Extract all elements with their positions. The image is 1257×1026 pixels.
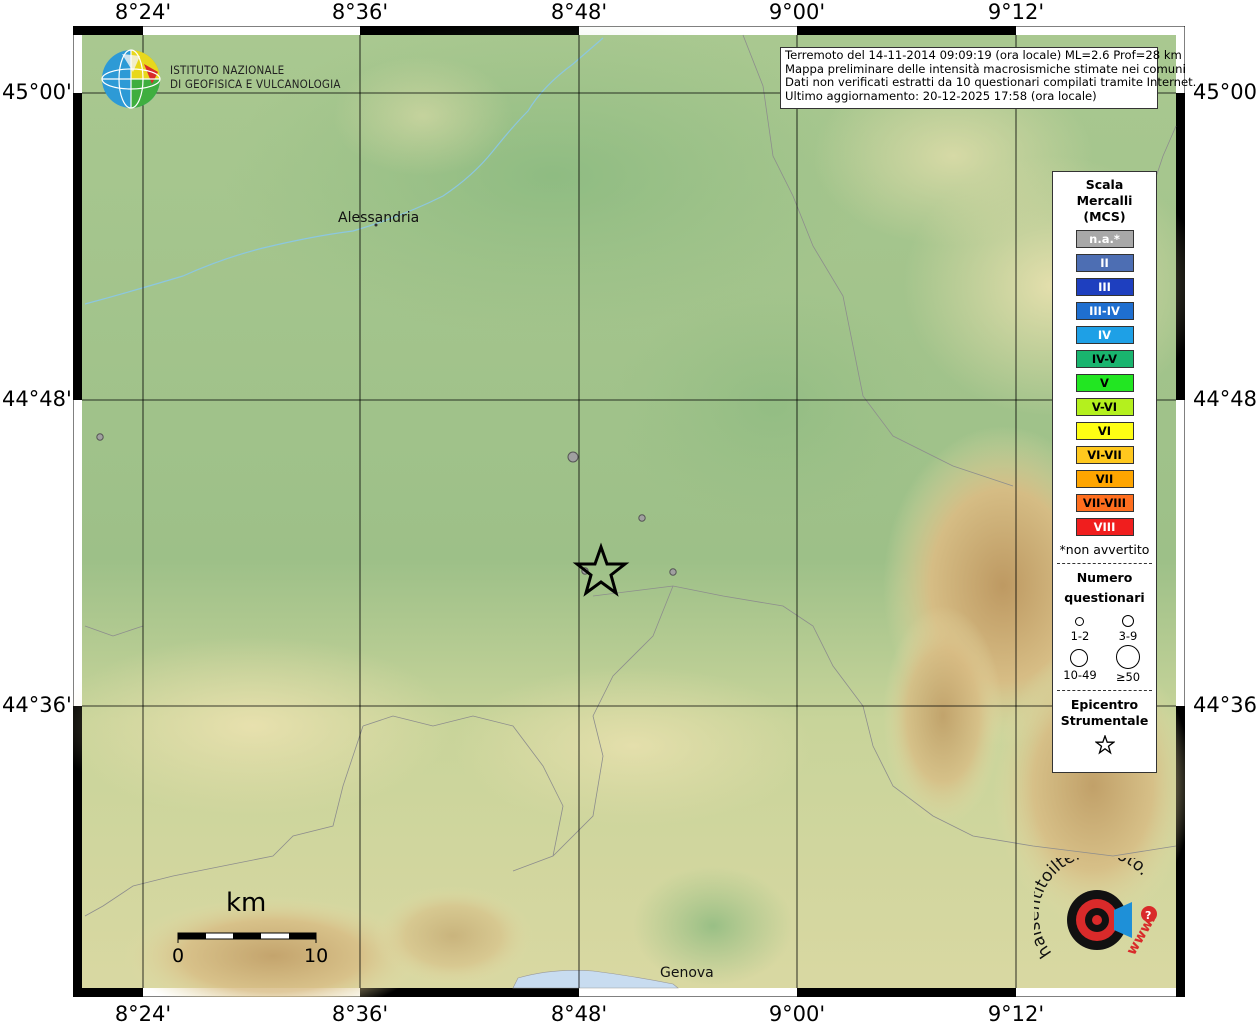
point-3 bbox=[638, 514, 646, 522]
ingv-line1: ISTITUTO NAZIONALE bbox=[170, 63, 285, 77]
event-info-line3: Dati non verificati estratti da 10 quest… bbox=[785, 75, 1197, 89]
count-title-1: Numero bbox=[1076, 570, 1133, 585]
legend-title-3: (MCS) bbox=[1083, 209, 1126, 224]
globe-icon bbox=[101, 49, 161, 109]
epi-star-icon bbox=[1053, 734, 1156, 759]
mcs-swatch-7: V-VI bbox=[1075, 398, 1134, 416]
event-info-box: Terremoto del 14-11-2014 09:09:19 (ora l… bbox=[780, 47, 1197, 109]
epi-title-1: Epicentro bbox=[1070, 697, 1139, 712]
count-circles: 1-2 3-9 10-49 ≥50 bbox=[1053, 606, 1156, 684]
event-info-line2: Mappa preliminare delle intensità macros… bbox=[785, 61, 1186, 76]
count-circle-3 bbox=[1070, 649, 1088, 667]
mcs-swatch-5: IV-V bbox=[1075, 350, 1134, 368]
lon-label-top-2: 8°36' bbox=[331, 0, 389, 24]
scalebar-end: 10 bbox=[304, 945, 329, 967]
mcs-swatch-12: VIII bbox=[1075, 518, 1134, 536]
lat-label-left-3: 44°36' bbox=[2, 693, 72, 717]
lon-label-bottom-1: 8°24' bbox=[114, 1002, 172, 1026]
count-label-1: 1-2 bbox=[1070, 629, 1090, 643]
count-title-2: questionari bbox=[1064, 590, 1145, 605]
epi-title-2: Strumentale bbox=[1060, 713, 1149, 728]
count-label-4: ≥50 bbox=[1115, 670, 1141, 684]
scalebar bbox=[177, 929, 317, 943]
ingv-name: ISTITUTO NAZIONALE DI GEOFISICA E VULCAN… bbox=[170, 63, 341, 91]
mcs-swatch-8: VI bbox=[1075, 422, 1134, 440]
mcs-swatch-0: n.a.* bbox=[1075, 230, 1134, 248]
legend-title-1: Scala bbox=[1085, 177, 1124, 192]
lon-label-top-3: 8°48' bbox=[550, 0, 608, 24]
mcs-swatch-3: III-IV bbox=[1075, 302, 1134, 320]
ingv-logo bbox=[100, 48, 162, 110]
scalebar-unit: km bbox=[226, 888, 267, 918]
lon-label-top-5: 9°12' bbox=[987, 0, 1045, 24]
lat-label-right-3: 44°36' bbox=[1193, 693, 1257, 717]
city-alessandria: Alessandria bbox=[338, 210, 420, 226]
mcs-swatch-11: VII-VIII bbox=[1075, 494, 1134, 512]
ingv-line2: DI GEOFISICA E VULCANOLOGIA bbox=[170, 77, 341, 91]
mcs-swatch-4: IV bbox=[1075, 326, 1134, 344]
map-canvas bbox=[73, 26, 1185, 997]
lon-label-bottom-2: 8°36' bbox=[331, 1002, 389, 1026]
mcs-swatch-2: III bbox=[1075, 278, 1134, 296]
point-1 bbox=[96, 433, 104, 441]
mcs-swatch-1: II bbox=[1075, 254, 1134, 272]
lat-label-left-1: 45°00' bbox=[2, 80, 72, 104]
lon-label-bottom-4: 9°00' bbox=[768, 1002, 826, 1026]
count-label-2: 3-9 bbox=[1118, 629, 1138, 643]
scalebar-start: 0 bbox=[172, 945, 185, 967]
lat-label-left-2: 44°48' bbox=[2, 387, 72, 411]
lat-label-right-2: 44°48' bbox=[1193, 387, 1257, 411]
hsit-logo: haisentitoilterremoto.it ? www. bbox=[1024, 841, 1164, 973]
legend-note: *non avvertito bbox=[1059, 542, 1150, 557]
lon-label-bottom-3: 8°48' bbox=[550, 1002, 608, 1026]
lon-label-top-1: 8°24' bbox=[114, 0, 172, 24]
point-2 bbox=[567, 451, 579, 463]
mcs-swatch-10: VII bbox=[1075, 470, 1134, 488]
count-circle-4 bbox=[1116, 645, 1140, 669]
count-circle-2 bbox=[1122, 615, 1134, 627]
legend-title-2: Mercalli bbox=[1076, 193, 1133, 208]
legend-swatches: n.a.* II III III-IV IV IV-V V V-VI VI VI-VII VII VI… bbox=[1053, 230, 1156, 536]
legend-separator-2 bbox=[1057, 690, 1152, 691]
count-circle-1 bbox=[1075, 617, 1084, 626]
city-genova: Genova bbox=[660, 965, 714, 981]
mcs-swatch-6: V bbox=[1075, 374, 1134, 392]
count-label-3: 10-49 bbox=[1063, 668, 1097, 682]
event-info-line1: Terremoto del 14-11-2014 09:09:19 (ora l… bbox=[785, 48, 1182, 62]
mcs-swatch-9: VI-VII bbox=[1075, 446, 1134, 464]
mcs-legend: Scala Mercalli (MCS) n.a.* II III III-IV IV I… bbox=[1052, 171, 1157, 773]
point-4 bbox=[669, 568, 677, 576]
lat-label-right-1: 45°00' bbox=[1193, 80, 1257, 104]
legend-separator bbox=[1057, 563, 1152, 564]
lon-label-top-4: 9°00' bbox=[768, 0, 826, 24]
event-info-line4: Ultimo aggiornamento: 20-12-2025 17:58 (… bbox=[785, 88, 1097, 103]
map-frame bbox=[73, 26, 1185, 997]
lon-label-bottom-5: 9°12' bbox=[987, 1002, 1045, 1026]
